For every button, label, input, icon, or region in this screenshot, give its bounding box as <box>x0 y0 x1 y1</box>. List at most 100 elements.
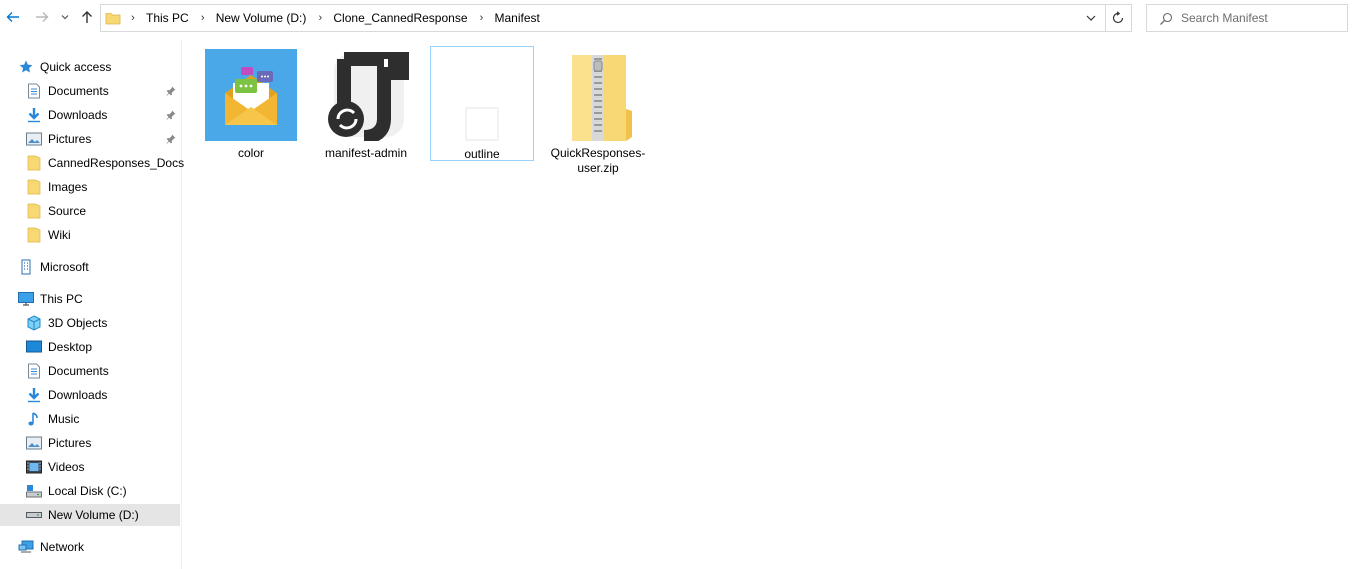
sidebar-item-documents[interactable]: Documents <box>26 80 180 102</box>
sidebar-item-label: Downloads <box>48 108 108 122</box>
forward-arrow-icon <box>36 12 49 22</box>
music-icon <box>26 411 42 427</box>
envelope-chat-image-icon <box>205 49 297 141</box>
folder-icon <box>26 203 42 219</box>
3d-objects-icon <box>26 315 42 331</box>
sidebar-item-label: This PC <box>40 292 83 306</box>
sidebar-item-label: Videos <box>48 460 85 474</box>
back-button[interactable] <box>2 6 24 28</box>
file-name: manifest-admin <box>324 146 408 160</box>
pin-icon[interactable] <box>166 109 176 123</box>
chevron-down-icon <box>1086 15 1096 21</box>
file-item-manifest-admin[interactable]: manifest-admin <box>314 46 418 161</box>
file-item-color[interactable]: color <box>199 46 303 161</box>
sidebar-item-documents-pc[interactable]: Documents <box>26 360 109 382</box>
sidebar-item-videos[interactable]: Videos <box>26 456 84 478</box>
forward-button[interactable] <box>31 6 53 28</box>
breadcrumb: › This PC › New Volume (D:) › Clone_Cann… <box>125 5 546 31</box>
zip-folder-icon <box>552 49 644 141</box>
up-arrow-icon <box>82 11 92 23</box>
computer-icon <box>18 291 34 307</box>
file-name: outline <box>464 147 500 161</box>
sidebar-item-label: Documents <box>48 84 109 98</box>
file-list: color manifest-admin outline QuickRespon… <box>183 40 1354 569</box>
sidebar-item-label: Images <box>48 180 88 194</box>
sidebar-item-pictures-pc[interactable]: Pictures <box>26 432 91 454</box>
sidebar-item-label: Quick access <box>40 60 112 74</box>
chevron-right-icon[interactable]: › <box>125 12 141 24</box>
sidebar-item-label: 3D Objects <box>48 316 108 330</box>
sidebar-item-label: Downloads <box>48 388 108 402</box>
sidebar-item-images[interactable]: Images <box>26 176 87 198</box>
network-icon <box>18 539 34 555</box>
breadcrumb-clone-cannedresponse[interactable]: Clone_CannedResponse <box>328 11 473 25</box>
back-arrow-icon <box>6 12 19 22</box>
sidebar-item-desktop[interactable]: Desktop <box>26 336 92 358</box>
downloads-icon <box>26 387 42 403</box>
folder-icon <box>26 179 42 195</box>
sidebar-item-network[interactable]: Network <box>18 536 84 558</box>
desktop-icon <box>26 339 42 355</box>
file-item-quickresponses-user-zip[interactable]: QuickResponses-user.zip <box>546 46 650 176</box>
building-icon <box>18 259 34 275</box>
chevron-right-icon[interactable]: › <box>195 12 211 24</box>
chevron-right-icon[interactable]: › <box>474 12 490 24</box>
downloads-icon <box>26 107 42 123</box>
file-item-outline[interactable]: outline <box>430 46 534 161</box>
sidebar-item-downloads-pc[interactable]: Downloads <box>26 384 107 406</box>
sidebar-item-label: Pictures <box>48 132 92 146</box>
sidebar-item-quick-access[interactable]: Quick access <box>18 56 111 78</box>
search-box[interactable] <box>1146 4 1348 32</box>
folder-icon <box>105 10 121 29</box>
navigation-bar: › This PC › New Volume (D:) › Clone_Cann… <box>0 0 1354 36</box>
sidebar-item-cannedresponses-docs[interactable]: CannedResponses_Docs <box>26 152 184 174</box>
pin-icon[interactable] <box>166 85 176 99</box>
file-name: color <box>237 146 264 160</box>
blank-image-icon <box>436 50 528 142</box>
breadcrumb-new-volume[interactable]: New Volume (D:) <box>211 11 313 25</box>
pin-icon[interactable] <box>166 133 176 147</box>
sidebar-item-downloads[interactable]: Downloads <box>26 104 180 126</box>
sidebar-item-label: Source <box>48 204 87 218</box>
sidebar-item-this-pc[interactable]: This PC <box>18 288 83 310</box>
documents-icon <box>26 363 42 379</box>
recent-locations-button[interactable] <box>56 6 74 28</box>
breadcrumb-manifest[interactable]: Manifest <box>490 11 546 25</box>
drive-icon <box>26 507 42 523</box>
pictures-icon <box>26 435 42 451</box>
address-dropdown-button[interactable] <box>1085 12 1097 27</box>
search-input[interactable] <box>1181 5 1341 31</box>
sidebar-item-label: Music <box>48 412 80 426</box>
chevron-right-icon[interactable]: › <box>312 12 328 24</box>
sidebar-item-new-volume-d[interactable]: New Volume (D:) <box>0 504 180 526</box>
json-file-icon <box>320 49 412 141</box>
videos-icon <box>26 459 42 475</box>
refresh-button[interactable] <box>1104 4 1132 32</box>
sidebar-item-music[interactable]: Music <box>26 408 79 430</box>
sidebar-item-microsoft[interactable]: Microsoft <box>18 256 89 278</box>
sidebar-item-label: CannedResponses_Docs <box>48 156 185 170</box>
refresh-icon <box>1112 11 1123 24</box>
folder-icon <box>26 227 42 243</box>
documents-icon <box>26 83 42 99</box>
sidebar-item-label: Microsoft <box>40 260 89 274</box>
sidebar-item-wiki[interactable]: Wiki <box>26 224 71 246</box>
sidebar-item-label: Wiki <box>48 228 71 242</box>
sidebar-item-label: Network <box>40 540 85 554</box>
chevron-down-icon <box>61 15 69 20</box>
up-button[interactable] <box>76 6 98 28</box>
sidebar-item-label: Local Disk (C:) <box>48 484 127 498</box>
breadcrumb-this-pc[interactable]: This PC <box>141 11 195 25</box>
sidebar-item-label: Documents <box>48 364 109 378</box>
address-bar[interactable]: › This PC › New Volume (D:) › Clone_Cann… <box>100 4 1106 32</box>
sidebar-item-pictures[interactable]: Pictures <box>26 128 180 150</box>
sidebar-item-local-disk-c[interactable]: Local Disk (C:) <box>26 480 127 502</box>
sidebar-item-label: Pictures <box>48 436 92 450</box>
folder-icon <box>26 155 42 171</box>
sidebar-item-3d-objects[interactable]: 3D Objects <box>26 312 107 334</box>
sidebar-item-label: New Volume (D:) <box>48 508 139 522</box>
file-name: QuickResponses-user.zip <box>550 146 646 175</box>
sidebar-item-source[interactable]: Source <box>26 200 86 222</box>
pictures-icon <box>26 131 42 147</box>
navigation-pane: Quick access Documents Downloads Picture… <box>0 40 184 569</box>
